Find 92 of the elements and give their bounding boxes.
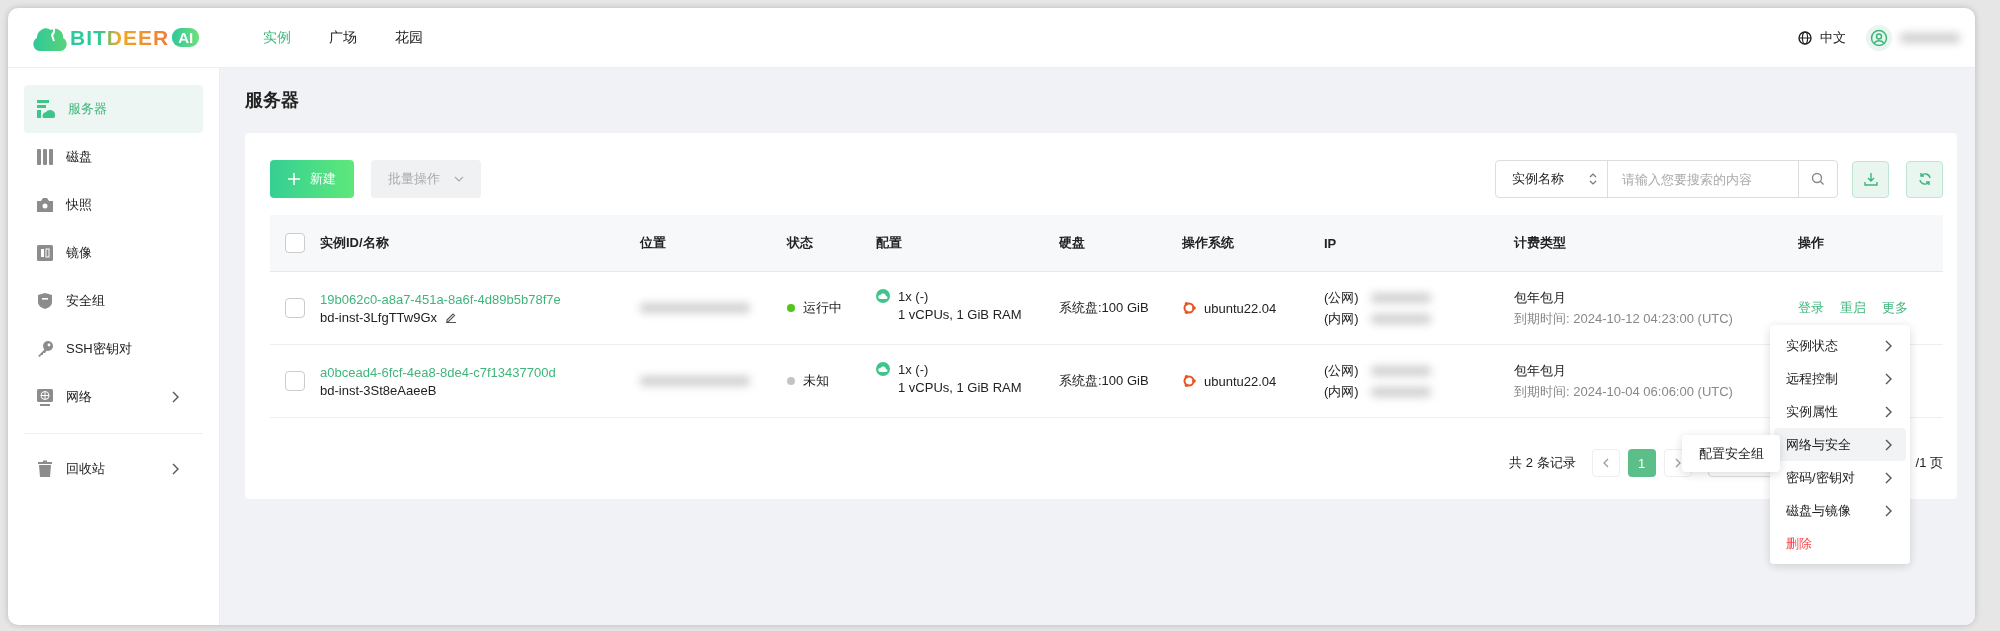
status-text: 未知: [803, 372, 829, 390]
shield-icon: [36, 292, 54, 310]
column-header: 实例ID/名称: [320, 234, 389, 252]
refresh-button[interactable]: [1906, 160, 1943, 198]
column-header: 操作: [1798, 234, 1824, 252]
column-header: 硬盘: [1059, 234, 1085, 252]
menu-item[interactable]: 网络与安全: [1774, 428, 1906, 461]
total-records: 共 2 条记录: [1509, 454, 1576, 472]
menu-item[interactable]: 磁盘与镜像: [1774, 494, 1906, 527]
column-header: 配置: [876, 234, 902, 252]
chevron-right-icon: [1884, 405, 1892, 418]
language-label[interactable]: 中文: [1820, 28, 1846, 47]
blurred-username: [1900, 32, 1960, 43]
menu-item[interactable]: 配置安全组: [1682, 435, 1780, 472]
disk-icon: [36, 148, 54, 166]
nav-tab[interactable]: 广场: [329, 28, 357, 47]
ip-label: (公网): [1324, 288, 1359, 307]
menu-item[interactable]: 远程控制: [1774, 362, 1906, 395]
disk-text: 系统盘:100 GiB: [1059, 372, 1149, 390]
billing-type: 包年包月: [1514, 288, 1566, 307]
previous-page-button[interactable]: [1591, 449, 1620, 477]
server-cloud-icon: [36, 99, 56, 119]
page-title: 服务器: [245, 89, 300, 112]
sort-arrows-icon: [1589, 173, 1597, 185]
chevron-right-icon: [1674, 458, 1681, 468]
cloud-icon: [876, 362, 890, 376]
ip-label: (内网): [1324, 382, 1359, 401]
pencil-icon[interactable]: [445, 311, 458, 323]
os-text: ubuntu22.04: [1204, 300, 1277, 316]
trash-icon: [36, 460, 54, 478]
sidebar-item[interactable]: 磁盘: [24, 133, 203, 181]
status-text: 运行中: [803, 299, 842, 317]
chevron-right-icon: [1884, 339, 1892, 352]
sidebar-item[interactable]: 镜像: [24, 229, 203, 277]
disk-text: 系统盘:100 GiB: [1059, 299, 1149, 317]
blurred-ip: [1370, 292, 1431, 303]
config-text: 1x (-): [898, 362, 929, 377]
blurred-ip: [1370, 386, 1431, 397]
ubuntu-icon: [1182, 374, 1196, 388]
chevron-right-icon: [1884, 438, 1892, 451]
chevron-right-icon: [1884, 504, 1892, 517]
sidebar-item[interactable]: 回收站: [24, 445, 203, 493]
logo-badge: AI: [172, 28, 200, 47]
column-header: IP: [1324, 235, 1337, 251]
sidebar-item[interactable]: 快照: [24, 181, 203, 229]
menu-item[interactable]: 实例状态: [1774, 329, 1906, 362]
config-text: 1 vCPUs, 1 GiB RAM: [898, 380, 1022, 395]
refresh-icon: [1917, 172, 1932, 186]
ubuntu-icon: [1182, 301, 1196, 315]
select-all-checkbox[interactable]: [285, 233, 305, 253]
sidebar-item[interactable]: SSH密钥对: [24, 325, 203, 373]
camera-icon: [36, 197, 54, 213]
cloud-icon: [876, 289, 890, 303]
row-checkbox[interactable]: [285, 371, 305, 391]
column-header: 位置: [640, 234, 666, 252]
search-bar[interactable]: 实例名称 请输入您要搜索的内容: [1495, 160, 1838, 198]
chevron-right-icon: [1884, 372, 1892, 385]
download-icon: [1863, 172, 1878, 186]
globe-monitor-icon: [36, 388, 54, 406]
config-text: 1 vCPUs, 1 GiB RAM: [898, 307, 1022, 322]
plus-icon: [288, 173, 300, 185]
sidebar-item[interactable]: 网络: [24, 373, 203, 421]
instance-name: bd-inst-3LfgTTw9Gx: [320, 309, 438, 325]
menu-item[interactable]: 删除: [1774, 527, 1906, 560]
page-count: /1 页: [1915, 454, 1943, 472]
chevron-right-icon: [1884, 471, 1892, 484]
instance-name: bd-inst-3St8eAaeeB: [320, 382, 437, 398]
menu-item[interactable]: 实例属性: [1774, 395, 1906, 428]
row-checkbox[interactable]: [285, 298, 305, 318]
column-header: 状态: [787, 234, 813, 252]
expiry-time: 到期时间: 2024-10-04 06:06:00 (UTC): [1514, 382, 1733, 401]
expiry-time: 到期时间: 2024-10-12 04:23:00 (UTC): [1514, 309, 1733, 328]
download-button[interactable]: [1852, 160, 1889, 198]
blurred-ip: [1370, 313, 1431, 324]
column-header: 计费类型: [1514, 234, 1566, 252]
avatar-icon[interactable]: [1866, 24, 1892, 51]
ip-label: (内网): [1324, 309, 1359, 328]
os-text: ubuntu22.04: [1204, 373, 1277, 389]
billing-type: 包年包月: [1514, 361, 1566, 380]
chevron-left-icon: [1602, 458, 1609, 468]
sidebar-item[interactable]: 安全组: [24, 277, 203, 325]
config-text: 1x (-): [898, 289, 929, 304]
column-header: 操作系统: [1182, 234, 1234, 252]
chevron-right-icon: [171, 463, 179, 475]
nav-tab[interactable]: 花园: [395, 28, 423, 47]
caret-down-icon: [454, 176, 464, 182]
image-icon: [36, 244, 54, 262]
ip-label: (公网): [1324, 361, 1359, 380]
blurred-ip: [1370, 365, 1431, 376]
key-icon: [36, 340, 54, 358]
globe-icon[interactable]: [1798, 30, 1812, 45]
chevron-right-icon: [171, 391, 179, 403]
